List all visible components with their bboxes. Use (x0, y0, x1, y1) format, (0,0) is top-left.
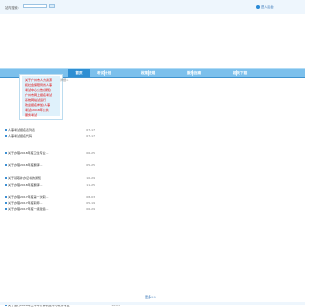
notice-line: 欢迎报名参加(人事 (25, 103, 51, 107)
nav-item-downloads[interactable]: 相关下载 (220, 69, 260, 77)
nav-item-service-guide[interactable]: 服务指南 (174, 69, 214, 77)
notice-line: 服务考试 (25, 113, 38, 117)
news-title: 人事考试报名代码 (8, 134, 33, 138)
news-item[interactable]: 关于办理2017年度第一次职... 08-03 (5, 195, 95, 199)
bullet-icon (5, 202, 7, 204)
news-date: 07-17 (86, 128, 95, 132)
news-title: 人事考试报名表列表 (8, 128, 36, 132)
news-item[interactable]: 关于办理2018年度翻译... 05-25 (5, 163, 95, 167)
notice-line: 关于广州市人力资源 (25, 78, 53, 82)
notice-line: 考试中心公告(通知) (25, 88, 52, 92)
notice-line: 系统网站试运行 (25, 98, 47, 102)
notice-line: 广州市网上报名考试 (25, 93, 53, 97)
banner-more-link[interactable]: 详细> (60, 78, 69, 82)
news-item[interactable]: 关于办理2018年度翻译... 11-25 (5, 183, 95, 187)
news-date: 07-17 (86, 134, 95, 138)
news-title: 关于办理2018年度翻译... (8, 183, 43, 187)
news-title: 关于办理2017年度一级建造... (8, 207, 49, 211)
news-item[interactable]: 关于办理2017年度一级建造... 06-29 (5, 207, 95, 211)
bullet-icon (5, 135, 7, 137)
notice-line: 和社会保障局省人事 (25, 83, 53, 87)
nav-item-policy[interactable]: 政策法规 (128, 69, 168, 77)
nav-item-exam-plan[interactable]: 考试计划 (84, 69, 124, 77)
news-item[interactable]: 人事考试报名表列表 07-17 (5, 128, 95, 132)
news-date: 06-29 (86, 207, 95, 211)
bullet-icon (5, 196, 7, 198)
more-link[interactable]: 更多>> (145, 295, 156, 299)
news-item[interactable]: 关于领取补办证书的通知 10-29 (5, 176, 95, 180)
news-date: 06-25 (86, 151, 95, 155)
search-input[interactable] (23, 4, 47, 8)
news-title: 关于办理2018年度卫生专业... (8, 151, 49, 155)
news-item[interactable]: 关于办理2017年度职称... 05-19 (5, 201, 95, 205)
news-date: 05-25 (86, 163, 95, 167)
bullet-icon (5, 208, 7, 210)
news-date: 11-25 (86, 183, 95, 187)
news-title: 关于办理2017年度第一次职... (8, 195, 49, 199)
news-date: 08-03 (86, 195, 95, 199)
news-title: 关于办理2018年度翻译... (8, 163, 43, 167)
search-button[interactable] (49, 4, 55, 8)
bullet-icon (5, 152, 7, 154)
news-item[interactable]: 人事考试报名代码 07-17 (5, 134, 95, 138)
news-title: 关于办理2017年度职称... (8, 201, 43, 205)
admin-label: 进入后台 (261, 5, 274, 9)
bullet-icon (5, 164, 7, 166)
admin-link[interactable]: 进入后台 (256, 4, 274, 9)
news-date: 05-19 (86, 201, 95, 205)
news-title: 关于领取补办证书的通知 (8, 176, 42, 180)
news-date: 10-29 (86, 176, 95, 180)
notice-line: 考试)2018年公共 (25, 108, 49, 112)
bullet-icon (5, 129, 7, 131)
notice-popup[interactable]: 关于广州市人力资源 和社会保障局省人事 考试中心公告(通知) 广州市网上报名考试… (19, 74, 63, 120)
top-bar: 站内搜索: 进入后台 (0, 0, 305, 14)
news-item[interactable]: 关于办理2018年度卫生专业... 06-25 (5, 151, 95, 155)
search-label: 站内搜索: (5, 6, 19, 10)
home-icon (256, 4, 260, 9)
bullet-icon (5, 177, 7, 179)
bullet-icon (5, 184, 7, 186)
